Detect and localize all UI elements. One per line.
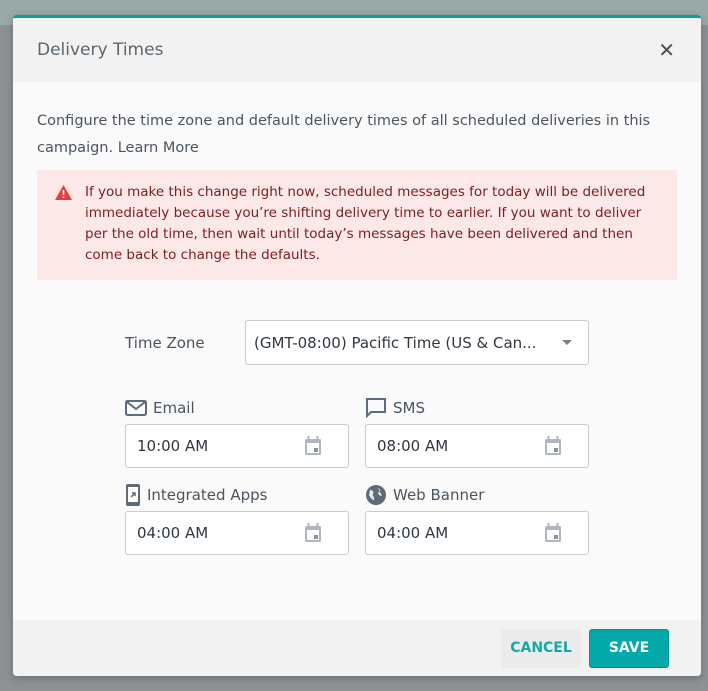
warning-icon (55, 185, 72, 200)
integrated-apps-time-field: Integrated Apps 04:00 AM (125, 482, 349, 555)
mobile-app-icon (126, 484, 140, 506)
dialog-header: Delivery Times ✕ (13, 18, 701, 82)
sms-time-value: 08:00 AM (377, 437, 449, 455)
web-banner-label: Web Banner (393, 486, 485, 504)
timezone-value: (GMT-08:00) Pacific Time (US & Can... (254, 333, 537, 352)
calendar-icon[interactable] (304, 523, 322, 543)
globe-icon (366, 485, 386, 505)
alert-text: If you make this change right now, sched… (85, 184, 646, 263)
description: Configure the time zone and default deli… (37, 108, 677, 162)
delivery-times-dialog: Delivery Times ✕ Configure the time zone… (13, 15, 701, 676)
warning-alert: If you make this change right now, sched… (37, 170, 677, 280)
sms-time-input[interactable]: 08:00 AM (365, 424, 589, 468)
cancel-button[interactable]: CANCEL (501, 628, 581, 668)
timezone-select[interactable]: (GMT-08:00) Pacific Time (US & Can... (245, 320, 589, 365)
integrated-apps-time-input[interactable]: 04:00 AM (125, 511, 349, 555)
email-time-field: Email 10:00 AM (125, 395, 349, 468)
sms-time-field: SMS 08:00 AM (365, 395, 589, 468)
web-banner-time-value: 04:00 AM (377, 524, 449, 542)
integrated-apps-time-value: 04:00 AM (137, 524, 209, 542)
caret-down-icon (562, 340, 572, 345)
timezone-label: Time Zone (125, 333, 205, 352)
chat-bubble-icon (366, 398, 386, 419)
dialog-title: Delivery Times (37, 40, 164, 60)
calendar-icon[interactable] (304, 436, 322, 456)
dialog-footer: CANCEL SAVE (13, 620, 701, 676)
web-banner-time-field: Web Banner 04:00 AM (365, 482, 589, 555)
learn-more-link[interactable]: Learn More (118, 140, 199, 156)
calendar-icon[interactable] (544, 436, 562, 456)
close-icon[interactable]: ✕ (658, 38, 675, 62)
email-time-input[interactable]: 10:00 AM (125, 424, 349, 468)
web-banner-time-input[interactable]: 04:00 AM (365, 511, 589, 555)
envelope-icon (125, 400, 147, 416)
email-label: Email (153, 399, 195, 417)
sms-label: SMS (393, 399, 425, 417)
save-button[interactable]: SAVE (589, 628, 669, 668)
email-time-value: 10:00 AM (137, 437, 209, 455)
calendar-icon[interactable] (544, 523, 562, 543)
integrated-apps-label: Integrated Apps (147, 486, 268, 504)
